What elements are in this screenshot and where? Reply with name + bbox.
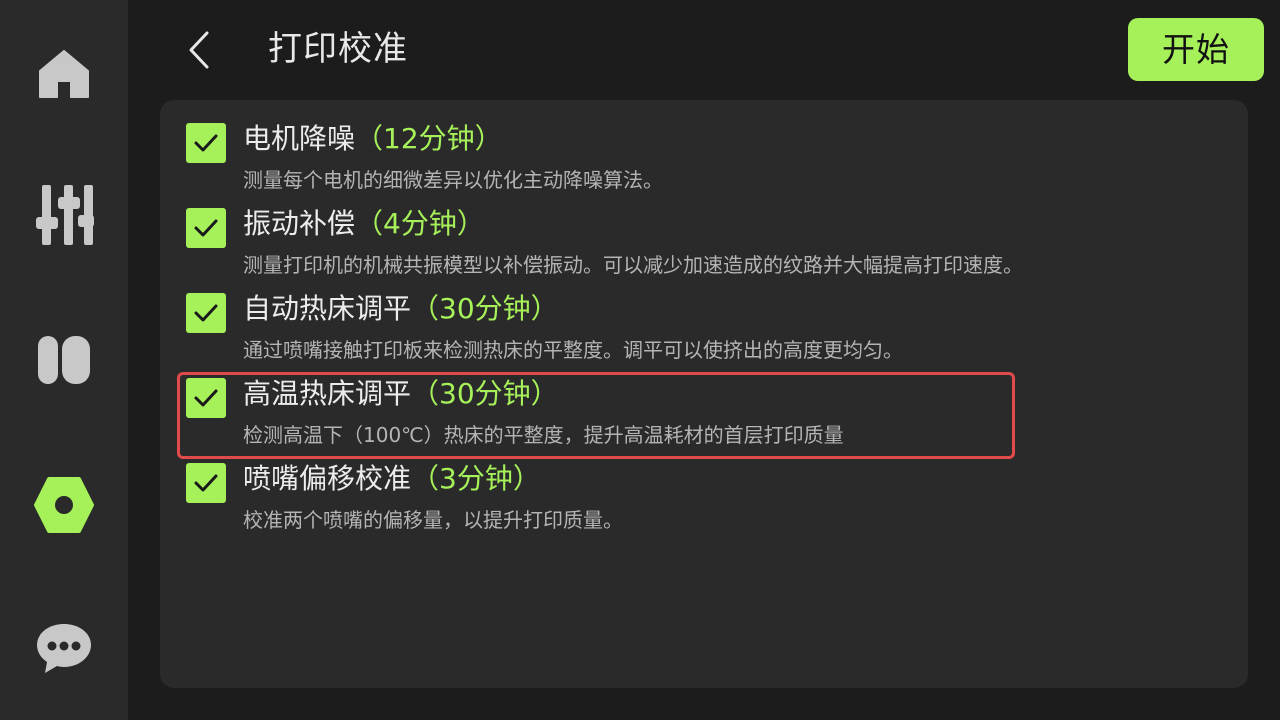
nav-controls[interactable] [0, 160, 128, 270]
checkmark-icon [194, 134, 218, 152]
item-description: 测量每个电机的细微差异以优化主动降噪算法。 [243, 168, 663, 192]
sliders-icon [36, 185, 94, 245]
item-title: 喷嘴偏移校准（3分钟） [243, 457, 541, 501]
item-duration: （3分钟） [411, 462, 541, 495]
checkmark-icon [194, 219, 218, 237]
sidebar [0, 0, 128, 720]
home-icon [39, 50, 89, 98]
checkbox[interactable] [186, 463, 226, 503]
nav-filament[interactable] [0, 305, 128, 415]
item-duration: （12分钟） [355, 122, 503, 155]
item-duration: （30分钟） [411, 292, 559, 325]
item-description: 通过喷嘴接触打印板来检测热床的平整度。调平可以使挤出的高度更均匀。 [243, 338, 903, 362]
item-name: 电机降噪 [243, 122, 356, 155]
highlight-box [177, 372, 1015, 459]
back-chevron-icon [189, 31, 209, 69]
checkmark-icon [194, 474, 218, 492]
checkbox[interactable] [186, 293, 226, 333]
checkbox[interactable] [186, 123, 226, 163]
item-name: 振动补偿 [243, 207, 356, 240]
item-description: 校准两个喷嘴的偏移量，以提升打印质量。 [243, 508, 623, 532]
item-name: 喷嘴偏移校准 [243, 462, 412, 495]
nav-home[interactable] [0, 18, 128, 128]
item-duration: （4分钟） [355, 207, 485, 240]
chat-icon [37, 624, 91, 673]
filament-icon [38, 336, 90, 384]
start-button[interactable]: 开始 [1128, 18, 1264, 81]
item-description: 测量打印机的机械共振模型以补偿振动。可以减少加速造成的纹路并大幅提高打印速度。 [243, 253, 1023, 277]
item-name: 自动热床调平 [243, 292, 412, 325]
checkbox[interactable] [186, 208, 226, 248]
item-title: 电机降噪（12分钟） [243, 117, 503, 161]
settings-nut-icon [34, 477, 94, 533]
nav-settings[interactable] [0, 450, 128, 560]
back-button[interactable] [176, 22, 224, 78]
item-title: 自动热床调平（30分钟） [243, 287, 559, 331]
nav-messages[interactable] [0, 593, 128, 703]
item-title: 振动补偿（4分钟） [243, 202, 485, 246]
page-title: 打印校准 [268, 29, 408, 69]
checkmark-icon [194, 304, 218, 322]
